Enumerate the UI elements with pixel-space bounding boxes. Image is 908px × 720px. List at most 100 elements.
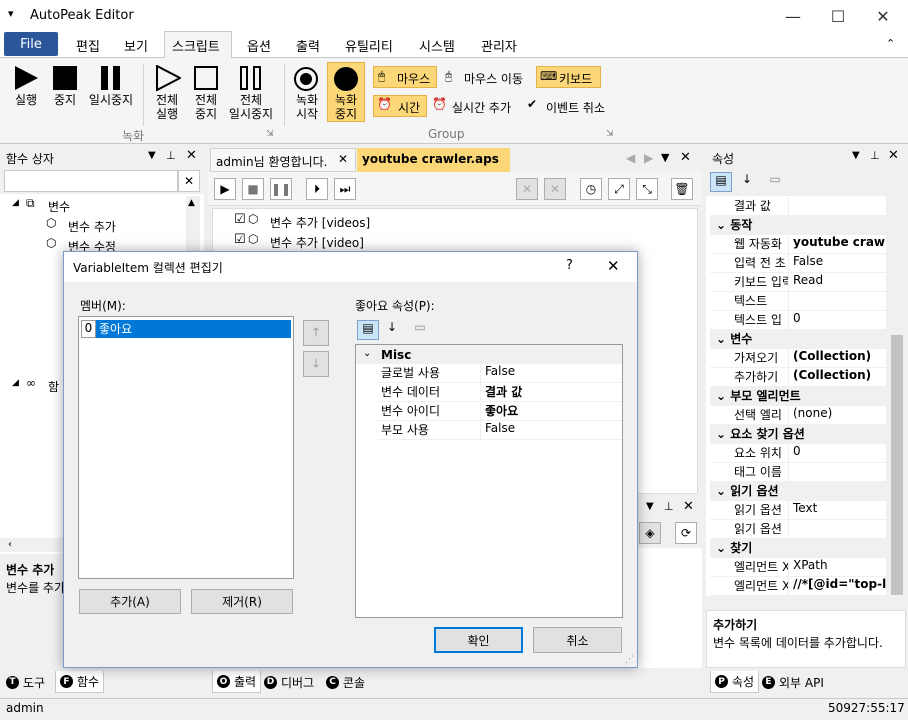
doc-tab-crawler[interactable]: youtube crawler.aps: [357, 148, 510, 172]
dialog-property-row[interactable]: 글로벌 사용 False: [378, 364, 622, 383]
pin-icon[interactable]: ⊥: [870, 149, 880, 162]
minimize-button[interactable]: —: [770, 0, 816, 32]
pause-all-icon[interactable]: [239, 66, 263, 90]
record-stop-button[interactable]: 녹화 중지: [327, 93, 365, 121]
member-item[interactable]: 0 좋아요: [81, 320, 291, 338]
tab-list-icon[interactable]: ▼: [661, 151, 669, 164]
dialog-property-value[interactable]: 좋아요: [480, 402, 622, 420]
property-value[interactable]: [788, 463, 886, 481]
property-value[interactable]: [788, 292, 886, 310]
collapse-icon[interactable]: ⌄: [716, 389, 730, 403]
tree-item-add-variable[interactable]: 변수 추가: [68, 218, 116, 235]
menu-admin[interactable]: 관리자: [481, 36, 517, 55]
run-all-icon[interactable]: [155, 64, 183, 92]
property-row[interactable]: 읽기 옵션 Text: [710, 501, 886, 520]
dialog-property-pages-icon[interactable]: ▭: [409, 320, 431, 340]
dialog-alphabetical-icon[interactable]: ↓: [381, 320, 403, 340]
dropdown-icon[interactable]: ▼: [646, 501, 654, 512]
dropdown-icon[interactable]: ▼: [148, 150, 156, 161]
close-panel-icon[interactable]: ✕: [683, 499, 694, 514]
close-panel-icon[interactable]: ✕: [186, 148, 197, 163]
maximize-button[interactable]: ☐: [815, 0, 861, 32]
tab-debug[interactable]: D 디버그: [264, 671, 314, 693]
pin-icon[interactable]: ⊥: [664, 500, 674, 513]
checkbox-checked-icon[interactable]: ☑: [234, 232, 246, 247]
tab-tools[interactable]: T 도구: [6, 671, 45, 693]
dialog-property-row[interactable]: 부모 사용 False: [378, 421, 622, 440]
dialog-close-icon[interactable]: ✕: [607, 257, 620, 275]
record-stop-icon[interactable]: [333, 66, 359, 92]
property-value[interactable]: XPath: [788, 558, 886, 576]
property-value[interactable]: 0: [788, 444, 886, 462]
property-value[interactable]: (Collection): [788, 368, 886, 386]
menu-utility[interactable]: 유틸리티: [345, 36, 393, 55]
refresh-icon[interactable]: ⟳: [675, 522, 697, 544]
keyboard-label[interactable]: 키보드: [559, 70, 592, 87]
resize-grip-icon[interactable]: ⋰: [625, 655, 634, 665]
collapse-icon[interactable]: ⌄: [363, 348, 371, 359]
move-down-icon[interactable]: 🡓: [303, 351, 329, 377]
expand-icon[interactable]: ◢: [12, 378, 19, 388]
dialog-property-value[interactable]: 결과 값: [480, 383, 622, 401]
tab-properties[interactable]: P 속성: [710, 671, 760, 693]
pause-button[interactable]: 일시중지: [86, 93, 136, 107]
alphabetical-icon[interactable]: ↓: [736, 172, 758, 192]
stop-all-button[interactable]: 전체 중지: [187, 93, 225, 121]
doc-disable2-icon[interactable]: ✕: [544, 178, 566, 200]
dialog-property-value[interactable]: False: [480, 421, 622, 439]
system-menu-icon[interactable]: ▾: [8, 7, 14, 20]
mouse-label[interactable]: 마우스: [397, 70, 430, 87]
stop-all-icon[interactable]: [194, 66, 218, 90]
script-line[interactable]: 변수 추가 [videos]: [270, 214, 370, 231]
tab-right-icon[interactable]: ▶: [644, 151, 653, 165]
ok-button[interactable]: 확인: [434, 627, 523, 653]
tab-external-api[interactable]: E 외부 API: [762, 671, 824, 693]
property-row[interactable]: 웹 자동화 youtube crawler: [710, 235, 886, 254]
property-row[interactable]: 키보드 입력 Read: [710, 273, 886, 292]
property-category[interactable]: ⌄ 동작: [710, 216, 886, 235]
file-menu[interactable]: File: [4, 32, 58, 56]
doc-delete-icon[interactable]: 🗑: [671, 178, 693, 200]
scroll-up-icon[interactable]: ▲: [188, 198, 195, 208]
record-start-icon[interactable]: [293, 66, 319, 92]
pause-all-button[interactable]: 전체 일시중지: [226, 93, 276, 121]
property-category[interactable]: ⌄ 읽기 옵션: [710, 482, 886, 501]
property-row[interactable]: 텍스트 입 0: [710, 311, 886, 330]
dialog-property-row[interactable]: 변수 아이디 좋아요: [378, 402, 622, 421]
doc-collapse-icon[interactable]: ⤡: [636, 178, 658, 200]
collapse-icon[interactable]: ⌄: [716, 427, 730, 441]
dialog-help-button[interactable]: ?: [566, 258, 573, 273]
property-value[interactable]: youtube crawler: [788, 235, 886, 253]
cancel-button[interactable]: 취소: [533, 627, 622, 653]
property-row[interactable]: 선택 엘리 (none): [710, 406, 886, 425]
dropdown-icon[interactable]: ▼: [852, 150, 860, 161]
tab-functions[interactable]: F 함수: [55, 671, 105, 693]
close-panel-icon[interactable]: ✕: [888, 148, 899, 163]
run-all-button[interactable]: 전체 실행: [148, 93, 186, 121]
property-row[interactable]: 가져오기 (Collection): [710, 349, 886, 368]
run-icon[interactable]: [13, 65, 39, 91]
collapse-icon[interactable]: ⌄: [716, 332, 730, 346]
property-row[interactable]: 결과 값: [710, 197, 886, 216]
menu-edit[interactable]: 편집: [76, 36, 100, 55]
close-doc-icon[interactable]: ✕: [680, 150, 691, 165]
collapse-icon[interactable]: ⌄: [716, 218, 730, 232]
close-tab-icon[interactable]: ✕: [338, 152, 348, 166]
dialog-launcher-icon[interactable]: ⇲: [266, 129, 274, 139]
categorized-icon[interactable]: ▤: [710, 172, 732, 192]
collapse-ribbon-icon[interactable]: ⌃: [886, 37, 895, 50]
property-category[interactable]: ⌄ 변수: [710, 330, 886, 349]
realtime-add-label[interactable]: 실시간 추가: [452, 99, 511, 116]
tab-console[interactable]: C 콘솔: [326, 671, 365, 693]
property-row[interactable]: 태그 이름: [710, 463, 886, 482]
doc-pause-icon[interactable]: ❚❚: [270, 178, 292, 200]
doc-stop-icon[interactable]: ■: [242, 178, 264, 200]
property-value[interactable]: (Collection): [788, 349, 886, 367]
doc-expand-icon[interactable]: ⤢: [608, 178, 630, 200]
doc-step-over-icon[interactable]: ⏭: [334, 178, 356, 200]
props-scroll-thumb[interactable]: [891, 335, 903, 595]
move-up-icon[interactable]: 🡑: [303, 320, 329, 346]
property-value[interactable]: False: [788, 254, 886, 272]
collapse-icon[interactable]: ⌄: [716, 484, 730, 498]
doc-clock-icon[interactable]: ◷: [580, 178, 602, 200]
